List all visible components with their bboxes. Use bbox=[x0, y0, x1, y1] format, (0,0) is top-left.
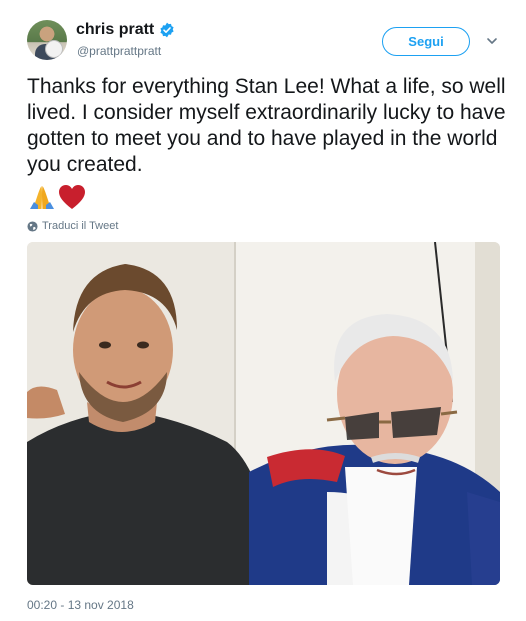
name-row: chris pratt bbox=[76, 21, 175, 39]
photo-illustration bbox=[27, 242, 500, 585]
avatar[interactable] bbox=[27, 20, 67, 60]
follow-button[interactable]: Segui bbox=[382, 27, 470, 56]
user-handle[interactable]: @prattprattpratt bbox=[77, 44, 161, 58]
chevron-down-icon[interactable] bbox=[485, 34, 499, 48]
display-name[interactable]: chris pratt bbox=[76, 21, 154, 39]
emoji-row bbox=[27, 183, 87, 211]
translate-label[interactable]: Traduci il Tweet bbox=[42, 220, 118, 232]
red-heart-icon bbox=[59, 185, 85, 209]
verified-badge-icon bbox=[160, 22, 174, 38]
folded-hands-icon bbox=[30, 186, 54, 209]
tweet-text: Thanks for everything Stan Lee! What a l… bbox=[27, 75, 506, 176]
tweet-timestamp[interactable]: 00:20 - 13 nov 2018 bbox=[27, 598, 134, 612]
avatar-ball bbox=[45, 40, 63, 58]
translate-tweet-link[interactable]: Traduci il Tweet bbox=[27, 220, 118, 232]
globe-icon bbox=[27, 220, 38, 232]
tweet-photo[interactable] bbox=[27, 242, 500, 585]
